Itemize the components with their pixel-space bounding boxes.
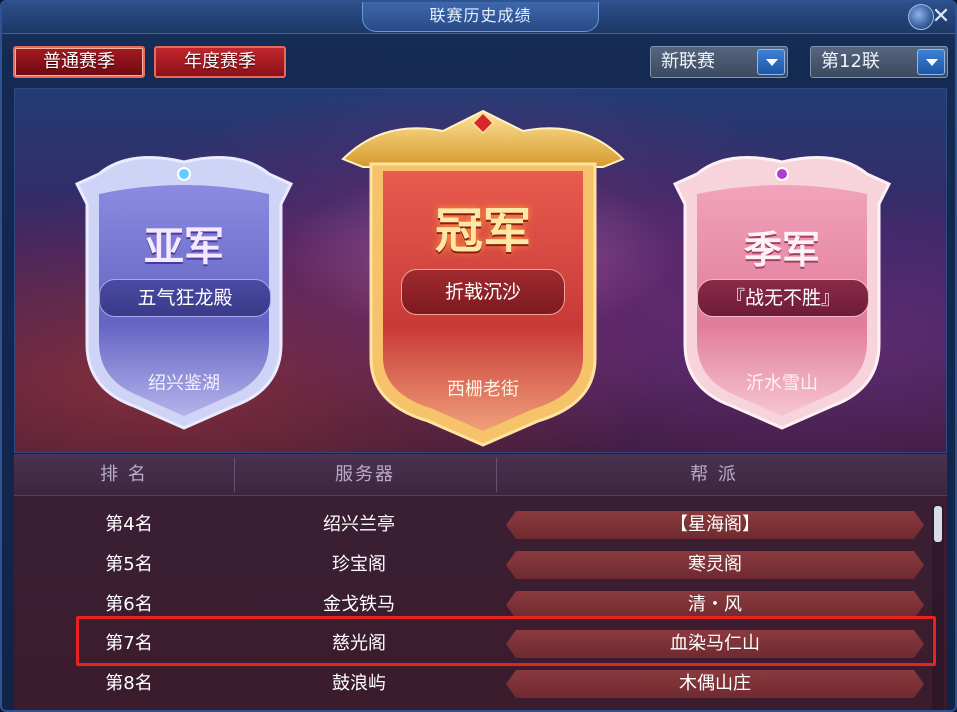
runner-up-shield: 亚军 五气狂龙殿 绍兴鉴湖 [59,144,309,434]
league-type-dropdown[interactable]: 新联赛 [650,46,788,78]
row-guild: 清・风 [506,591,924,619]
runner-up-guild: 五气狂龙殿 [99,279,271,317]
row-rank: 第7名 [105,633,153,654]
row-guild: 【星海阁】 [506,511,924,539]
ranking-table: 排 名 服务器 帮 派 第4名 绍兴兰亭 【星海阁】 第5名 珍宝阁 寒灵阁 第… [14,454,947,710]
podium-stage: 亚军 五气狂龙殿 绍兴鉴湖 冠军 折戟沉沙 西栅老街 季军 『战无不胜』 沂水雪… [14,88,947,453]
window-title: 联赛历史成绩 [362,2,599,32]
table-row[interactable]: 第4名 绍兴兰亭 【星海阁】 [14,505,932,545]
row-server: 慈光阁 [332,633,386,654]
runner-up-title: 亚军 [144,223,224,270]
table-scrollbar[interactable] [932,504,944,710]
table-row[interactable]: 第5名 珍宝阁 寒灵阁 [14,545,932,585]
chevron-down-icon[interactable] [757,49,785,75]
tab-normal-season[interactable]: 普通赛季 [13,46,145,78]
column-header-guild: 帮 派 [690,464,738,485]
column-header-server: 服务器 [335,464,395,485]
column-header-rank: 排 名 [100,464,148,485]
table-row-highlighted[interactable]: 第7名 慈光阁 血染马仁山 [14,624,932,664]
chevron-down-icon[interactable] [917,49,945,75]
table-row[interactable]: 第8名 鼓浪屿 木偶山庄 [14,664,932,704]
league-history-window: 联赛历史成绩 ✕ 普通赛季 年度赛季 新联赛 第12联 亚军 五气狂龙殿 绍兴鉴… [0,0,957,712]
row-rank: 第8名 [105,673,153,694]
table-row[interactable]: 第6名 金戈铁马 清・风 [14,585,932,625]
row-rank: 第4名 [105,514,153,535]
scrollbar-thumb[interactable] [934,506,942,542]
league-number-dropdown[interactable]: 第12联 [810,46,948,78]
third-place-server: 沂水雪山 [746,373,818,394]
row-guild: 寒灵阁 [506,551,924,579]
champion-guild: 折戟沉沙 [401,269,565,315]
row-rank: 第6名 [105,594,153,615]
title-bar: 联赛历史成绩 ✕ [2,2,955,34]
close-icon[interactable]: ✕ [929,6,953,30]
tab-annual-season[interactable]: 年度赛季 [154,46,286,78]
row-server: 金戈铁马 [323,594,395,615]
row-guild: 血染马仁山 [506,630,924,658]
champion-title: 冠军 [434,203,531,259]
runner-up-server: 绍兴鉴湖 [148,373,220,394]
table-header: 排 名 服务器 帮 派 [14,454,947,496]
row-guild: 木偶山庄 [506,670,924,698]
league-type-value: 新联赛 [661,51,715,72]
league-number-value: 第12联 [821,51,880,72]
row-rank: 第5名 [105,554,153,575]
third-place-title: 季军 [743,227,820,272]
third-place-guild: 『战无不胜』 [697,279,869,317]
third-place-shield: 季军 『战无不胜』 沂水雪山 [657,144,907,434]
row-server: 鼓浪屿 [332,673,386,694]
champion-shield: 冠军 折戟沉沙 西栅老街 [323,109,643,449]
row-server: 绍兴兰亭 [323,514,395,535]
champion-server: 西栅老街 [447,379,519,400]
row-server: 珍宝阁 [332,554,386,575]
